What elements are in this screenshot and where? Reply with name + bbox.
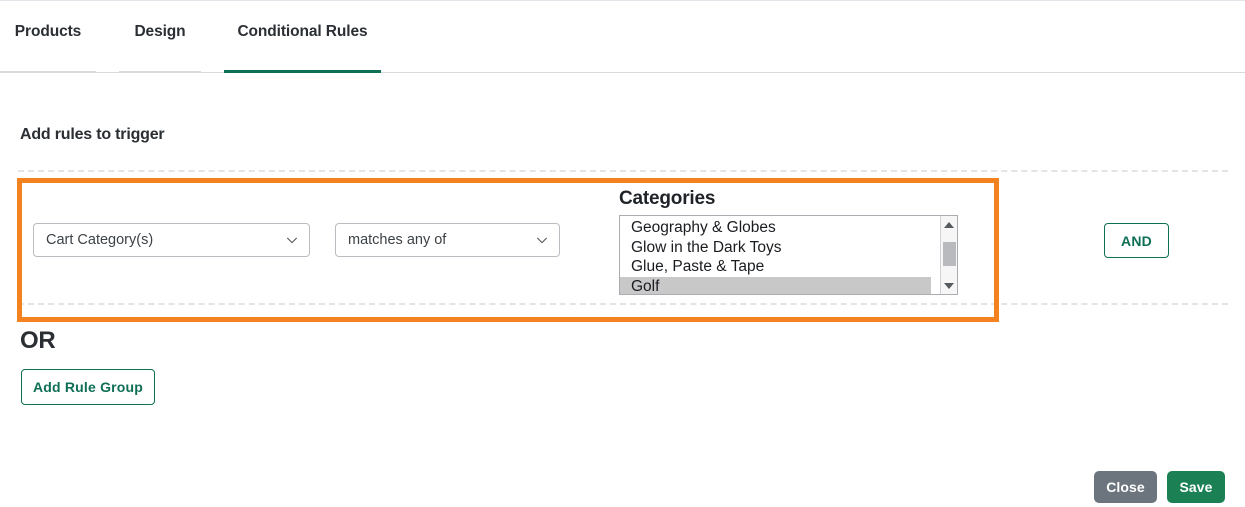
- tab-bar: Products Design Conditional Rules: [0, 1, 1245, 73]
- tab-products-underline: [0, 71, 96, 73]
- categories-label: Categories: [619, 188, 716, 209]
- rule-row: Cart Category(s) matches any of Categori…: [0, 178, 1245, 322]
- and-button[interactable]: AND: [1104, 223, 1169, 258]
- or-separator-label: OR: [20, 327, 56, 354]
- chevron-down-icon: [535, 233, 549, 247]
- tab-products-label: Products: [14, 23, 82, 40]
- scrollbar-thumb[interactable]: [943, 242, 956, 266]
- tab-conditional-rules[interactable]: Conditional Rules: [224, 1, 381, 73]
- chevron-down-icon: [285, 233, 299, 247]
- categories-option-list: Geography & Globes Glow in the Dark Toys…: [620, 216, 931, 294]
- rule-field-select[interactable]: Cart Category(s): [33, 223, 310, 257]
- page-title: Add rules to trigger: [20, 126, 165, 143]
- tab-products[interactable]: Products: [0, 1, 96, 73]
- triangle-down-icon: [944, 282, 954, 289]
- rule-operator-select-value: matches any of: [348, 232, 447, 248]
- list-item[interactable]: Glue, Paste & Tape: [620, 257, 931, 277]
- categories-listbox[interactable]: Geography & Globes Glow in the Dark Toys…: [619, 215, 958, 295]
- tab-design-label: Design: [134, 23, 186, 40]
- close-button[interactable]: Close: [1094, 471, 1157, 503]
- add-rule-group-button[interactable]: Add Rule Group: [21, 369, 155, 405]
- save-button[interactable]: Save: [1167, 471, 1225, 503]
- rule-field-select-value: Cart Category(s): [46, 232, 154, 248]
- categories-scrollbar[interactable]: [940, 216, 957, 294]
- rule-operator-select[interactable]: matches any of: [335, 223, 560, 257]
- tab-conditional-rules-underline: [224, 70, 381, 73]
- list-item-selected[interactable]: Golf: [620, 276, 931, 294]
- list-item[interactable]: Glow in the Dark Toys: [620, 238, 931, 258]
- tab-design-underline: [119, 71, 201, 73]
- scroll-up-button[interactable]: [941, 216, 957, 233]
- tab-design[interactable]: Design: [119, 1, 201, 73]
- triangle-up-icon: [944, 221, 954, 228]
- tab-conditional-rules-label: Conditional Rules: [237, 23, 368, 40]
- scroll-down-button[interactable]: [941, 277, 957, 294]
- list-item[interactable]: Geography & Globes: [620, 218, 931, 238]
- categories-field: Categories Geography & Globes Glow in th…: [619, 188, 958, 295]
- rule-row-divider-top: [18, 170, 1228, 172]
